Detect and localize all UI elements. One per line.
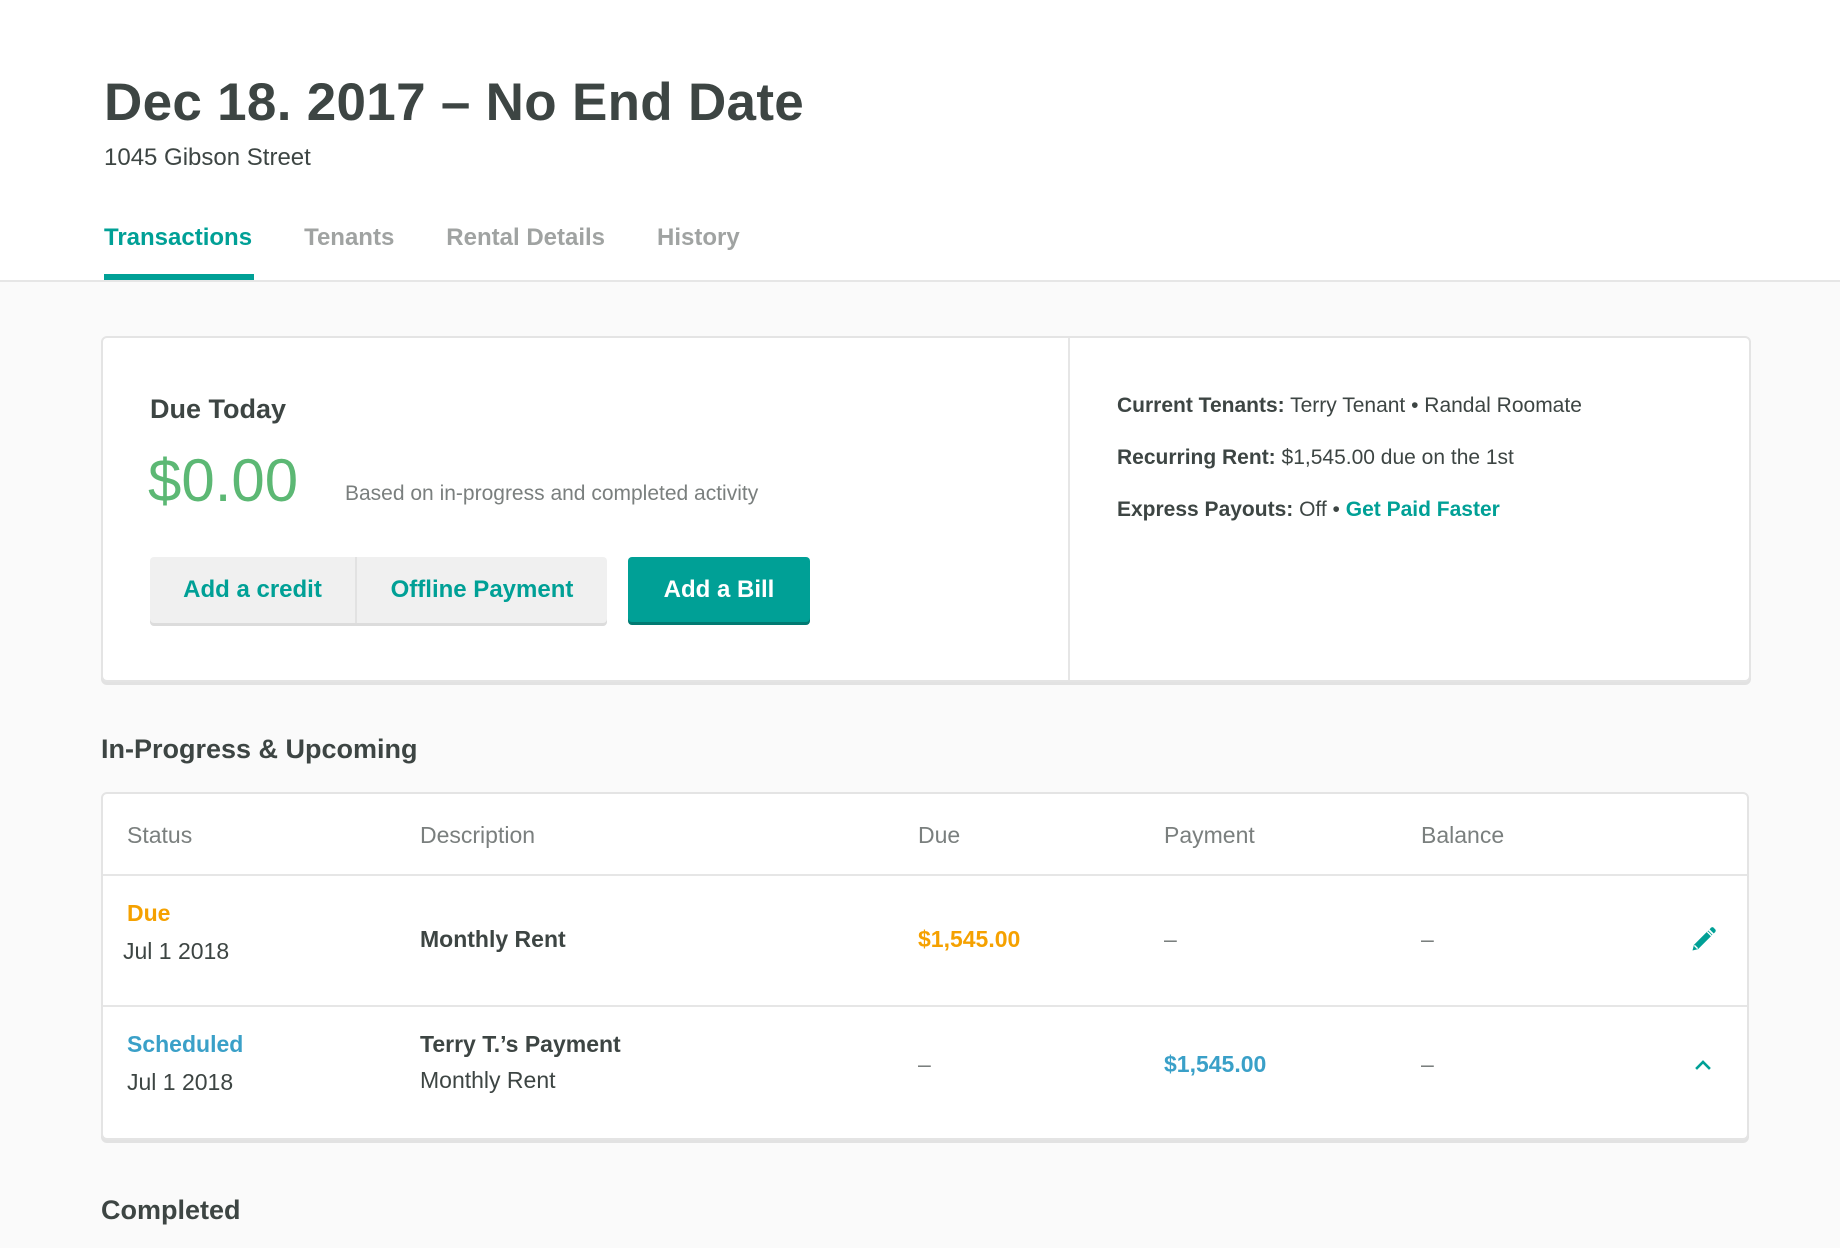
current-tenants-value: Terry Tenant • Randal Roomate	[1290, 394, 1582, 417]
row-due-amount: –	[918, 1051, 931, 1077]
due-today-label: Due Today	[150, 394, 287, 424]
recurring-rent-value: $1,545.00 due on the 1st	[1281, 446, 1514, 469]
lease-info-panel: Current Tenants: Terry Tenant • Randal R…	[1070, 338, 1749, 680]
column-header-status: Status	[127, 822, 193, 848]
column-header-balance: Balance	[1421, 822, 1505, 848]
add-credit-button[interactable]: Add a credit	[150, 557, 357, 623]
add-bill-button[interactable]: Add a Bill	[628, 557, 810, 622]
completed-section-title: Completed	[101, 1195, 241, 1225]
chevron-up-icon[interactable]	[1683, 1045, 1723, 1085]
column-header-payment: Payment	[1164, 822, 1255, 848]
page-title: Dec 18. 2017 – No End Date	[104, 73, 805, 132]
table-header: Status Description Due Payment Balance	[103, 794, 1747, 876]
row-payment-amount: $1,545.00	[1164, 1051, 1267, 1077]
summary-card: Due Today $0.00 Based on in-progress and…	[101, 336, 1751, 682]
express-payouts-label: Express Payouts:	[1117, 498, 1294, 521]
tab-bar: Transactions Tenants Rental Details Hist…	[104, 224, 792, 282]
status-badge: Due	[127, 900, 171, 926]
tab-rental-details[interactable]: Rental Details	[446, 224, 605, 282]
pencil-icon[interactable]	[1683, 920, 1723, 960]
current-tenants-line: Current Tenants: Terry Tenant • Randal R…	[1117, 394, 1582, 418]
row-payment-amount: –	[1164, 926, 1177, 952]
row-balance: –	[1421, 926, 1434, 952]
tab-history[interactable]: History	[657, 224, 740, 282]
page-header: Dec 18. 2017 – No End Date 1045 Gibson S…	[0, 0, 1840, 282]
row-due-amount: $1,545.00	[918, 926, 1021, 952]
upcoming-section-title: In-Progress & Upcoming	[101, 734, 418, 764]
column-header-due: Due	[918, 822, 961, 848]
row-balance: –	[1421, 1051, 1434, 1077]
express-payouts-line: Express Payouts: Off • Get Paid Faster	[1117, 498, 1500, 522]
row-description: Terry T.’s Payment	[420, 1031, 621, 1057]
due-today-panel: Due Today $0.00 Based on in-progress and…	[103, 338, 1070, 680]
status-badge: Scheduled	[127, 1031, 244, 1057]
due-today-note: Based on in-progress and completed activ…	[345, 482, 759, 505]
payment-button-group: Add a credit Offline Payment	[150, 557, 607, 623]
row-sub-description: Monthly Rent	[420, 1067, 556, 1093]
status-date: Jul 1 2018	[127, 1069, 234, 1095]
row-description: Monthly Rent	[420, 926, 566, 952]
column-header-description: Description	[420, 822, 536, 848]
express-payouts-value: Off •	[1299, 498, 1340, 521]
tab-tenants[interactable]: Tenants	[304, 224, 394, 282]
tab-transactions[interactable]: Transactions	[104, 224, 255, 282]
table-row[interactable]: Due Jul 1 2018 Monthly Rent $1,545.00 – …	[103, 876, 1747, 1007]
recurring-rent-label: Recurring Rent:	[1117, 446, 1276, 469]
offline-payment-button[interactable]: Offline Payment	[357, 557, 607, 623]
status-date: Jul 1 2018	[123, 938, 230, 964]
current-tenants-label: Current Tenants:	[1117, 394, 1285, 417]
table-row[interactable]: Scheduled Jul 1 2018 Terry T.’s Payment …	[103, 1007, 1747, 1138]
due-today-amount: $0.00	[148, 447, 299, 514]
property-address: 1045 Gibson Street	[104, 144, 311, 171]
get-paid-faster-link[interactable]: Get Paid Faster	[1346, 498, 1500, 521]
upcoming-table: Status Description Due Payment Balance D…	[101, 792, 1749, 1140]
recurring-rent-line: Recurring Rent: $1,545.00 due on the 1st	[1117, 446, 1514, 470]
